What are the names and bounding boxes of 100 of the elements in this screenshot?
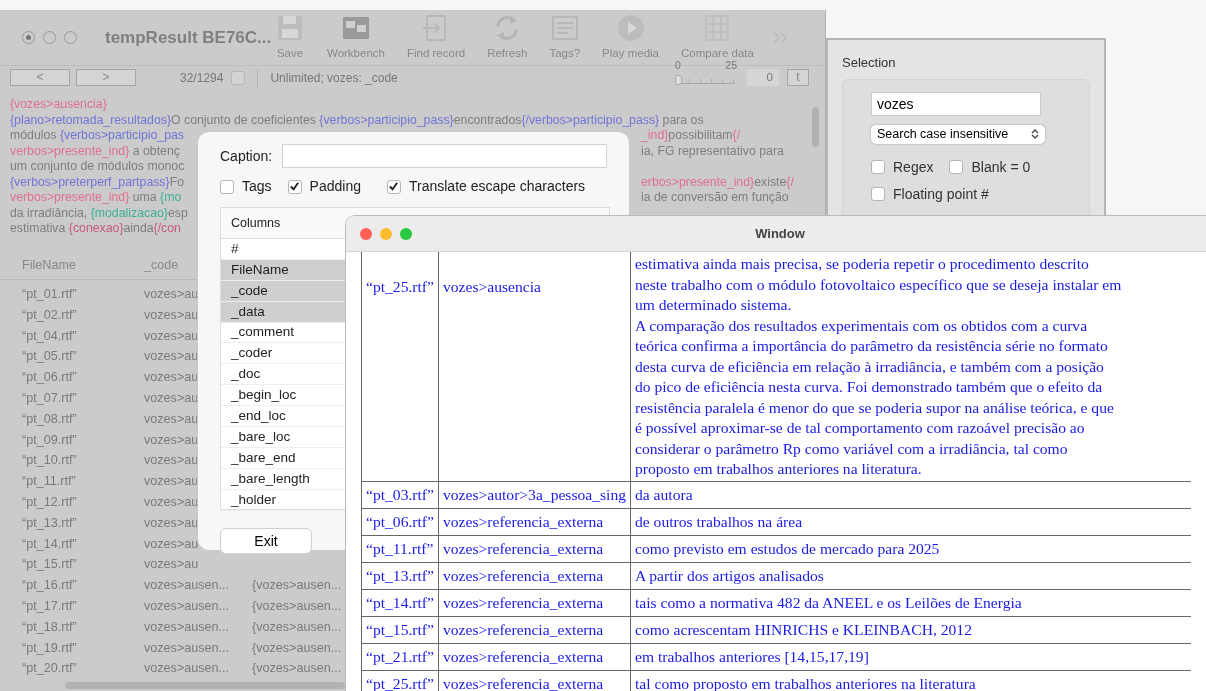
text-line: resistência paralela é menor do que se poderia supor na análise teórica, e que — [635, 397, 1115, 418]
text-fragment: O conjunto de coeficientes — [171, 112, 317, 127]
option-label: Translate escape characters — [408, 177, 586, 196]
table-cell-text: vozes>au — [144, 514, 199, 532]
table-cell-text: “pt_11.rtf” — [22, 473, 76, 491]
text-line: proposto em trabalhos anteriores na literatura. — [635, 459, 923, 479]
scrollbar[interactable] — [812, 107, 819, 147]
slider-thumb[interactable] — [675, 74, 682, 85]
window-title: tempResult BE76C... — [105, 26, 273, 49]
checkbox[interactable] — [386, 179, 401, 194]
table-cell-text: vozes>au — [144, 348, 199, 366]
text-line: é possível aproximar-se de tal comportamento com razoável precisão ao — [635, 418, 1086, 438]
exit-button[interactable]: Exit — [220, 528, 312, 554]
updown-chevron-icon — [1031, 128, 1039, 140]
table-cell-text: “pt_12.rtf” — [22, 493, 77, 511]
text-fragment: encontrados — [453, 112, 522, 127]
table-cell-text: vozes>au — [144, 389, 199, 407]
window-control[interactable] — [360, 227, 372, 240]
list-item[interactable]: FileName — [221, 259, 345, 281]
window-control[interactable] — [380, 227, 392, 240]
table-cell-text: vozes>ausen... — [144, 660, 230, 678]
text-line: desta curva de eficiência em relação à irradiância, e também com a posição — [635, 356, 1105, 377]
code-tag: {mo — [160, 190, 182, 204]
table-cell-text: “pt_02.rtf” — [22, 306, 77, 324]
window-control[interactable] — [400, 227, 412, 240]
table-cell-text: vozes>au — [144, 327, 199, 345]
search-field[interactable]: vozes — [871, 91, 1041, 116]
text-line: teórica confirma a importância do parâmetro da resistência série no formato — [635, 336, 1109, 356]
table-cell: vozes>referencia_externa — [438, 589, 631, 616]
text-fragment: possibilitam — [668, 128, 733, 142]
table-cell-text: “pt_04.rtf” — [22, 327, 77, 345]
table-cell-text: vozes>ausen... — [144, 618, 230, 636]
code-tag: verbos>presente_ind} — [10, 143, 130, 158]
list-item[interactable]: _code — [221, 280, 345, 302]
table-cell: “pt_14.rtf” — [361, 589, 439, 616]
table-cell-text: {vozes>ausen... — [252, 639, 342, 657]
text-line: como acrescentam HINRICHS e KLEINBACH, 2012 — [635, 619, 973, 640]
checkbox[interactable] — [220, 179, 234, 194]
code-tag: verbos>presente_ind} — [10, 190, 130, 204]
text-fragment: ia de conversão em função — [641, 190, 789, 204]
option-label: Padding — [309, 177, 361, 196]
record-counter: 32/1294 — [180, 69, 224, 87]
table-cell-text: “pt_10.rtf” — [22, 452, 77, 470]
code-tag: _ind} — [641, 128, 669, 142]
text-fragment: uma — [131, 190, 158, 204]
table-cell-text: vozes>ausen... — [144, 577, 230, 595]
table-cell: vozes>referencia_externa — [438, 535, 631, 562]
table-cell-text: {vozes>ausen... — [252, 618, 342, 636]
text-fragment: módulos — [10, 128, 58, 142]
text-line: em trabalhos anteriores [14,15,17,19] — [635, 646, 870, 667]
text-line: um determinado sistema. — [635, 295, 793, 315]
table-cell-text: “pt_17.rtf” — [22, 597, 77, 615]
table-cell: “pt_03.rtf” — [361, 481, 439, 508]
table-cell-text: vozes>au — [144, 452, 199, 470]
checkbox[interactable] — [949, 160, 964, 174]
table-cell-text: “pt_19.rtf” — [22, 639, 77, 657]
text-fragment: Fo — [169, 174, 184, 189]
table-cell-text: vozes>au — [144, 473, 199, 491]
caption-field[interactable] — [282, 144, 607, 168]
table-cell-text: “pt_05.rtf” — [22, 348, 77, 366]
table-cell: vozes>referencia_externa — [438, 616, 631, 643]
code-tag: {/con — [153, 221, 181, 235]
caption-label: Caption: — [220, 146, 273, 166]
filter-label: Unlimited; vozes: _code — [270, 69, 398, 87]
text-line: tais como a normativa 482 da ANEEL e os Leilões de Energia — [635, 592, 1023, 613]
text-fragment: da irradiância, — [10, 205, 89, 220]
code-tag: {/ — [786, 174, 794, 189]
checkbox[interactable] — [287, 179, 302, 194]
table-cell: “pt_06.rtf” — [361, 508, 439, 535]
text-fragment: ia, FG representativo para — [641, 143, 784, 158]
text-fragment: estimativa — [10, 221, 67, 235]
checkbox[interactable] — [231, 70, 246, 85]
checkbox[interactable] — [871, 160, 885, 174]
text-line: do pico de eficiência nesta curva. Foi demonstrado também que o efeito da — [635, 377, 1104, 397]
code-tag: {/ — [732, 128, 741, 142]
code-tag: {conexao} — [68, 221, 124, 235]
option-label: Regex — [893, 157, 934, 177]
text-fragment: ainda — [123, 221, 154, 235]
table-cell: “pt_11.rtf” — [361, 535, 439, 562]
checkbox[interactable] — [871, 187, 885, 201]
table-cell-text: vozes>ausen... — [144, 597, 230, 615]
table-cell-text: “pt_08.rtf” — [22, 410, 77, 428]
list-item[interactable]: _data — [221, 301, 345, 323]
text-fragment: um conjunto de módulos monoc — [10, 159, 185, 173]
table-cell-text: “pt_06.rtf” — [22, 369, 77, 387]
table-cell: “pt_25.rtf” — [361, 670, 439, 691]
table-cell-text: vozes>au — [144, 493, 199, 511]
code-tag: {verbos>preterperf_partpass} — [10, 174, 170, 189]
text-fragment: para os — [661, 112, 704, 127]
table-cell: vozes>referencia_externa — [438, 643, 631, 670]
table-cell: vozes>autor>3a_pessoa_sing — [438, 481, 631, 508]
table-cell-text: “pt_07.rtf” — [22, 389, 77, 407]
mode-dropdown[interactable]: Search case insensitive — [871, 124, 1045, 144]
table-cell-text: vozes>au — [144, 556, 199, 574]
slider-track[interactable] — [678, 78, 735, 84]
table-cell-text: “pt_09.rtf” — [22, 431, 77, 449]
scrollbar[interactable] — [65, 682, 345, 689]
code-tag: {plano>retomada_resultados} — [10, 112, 171, 127]
code-tag: erbos>presente_ind} — [641, 174, 755, 189]
table-cell-text: “pt_20.rtf” — [22, 660, 77, 678]
